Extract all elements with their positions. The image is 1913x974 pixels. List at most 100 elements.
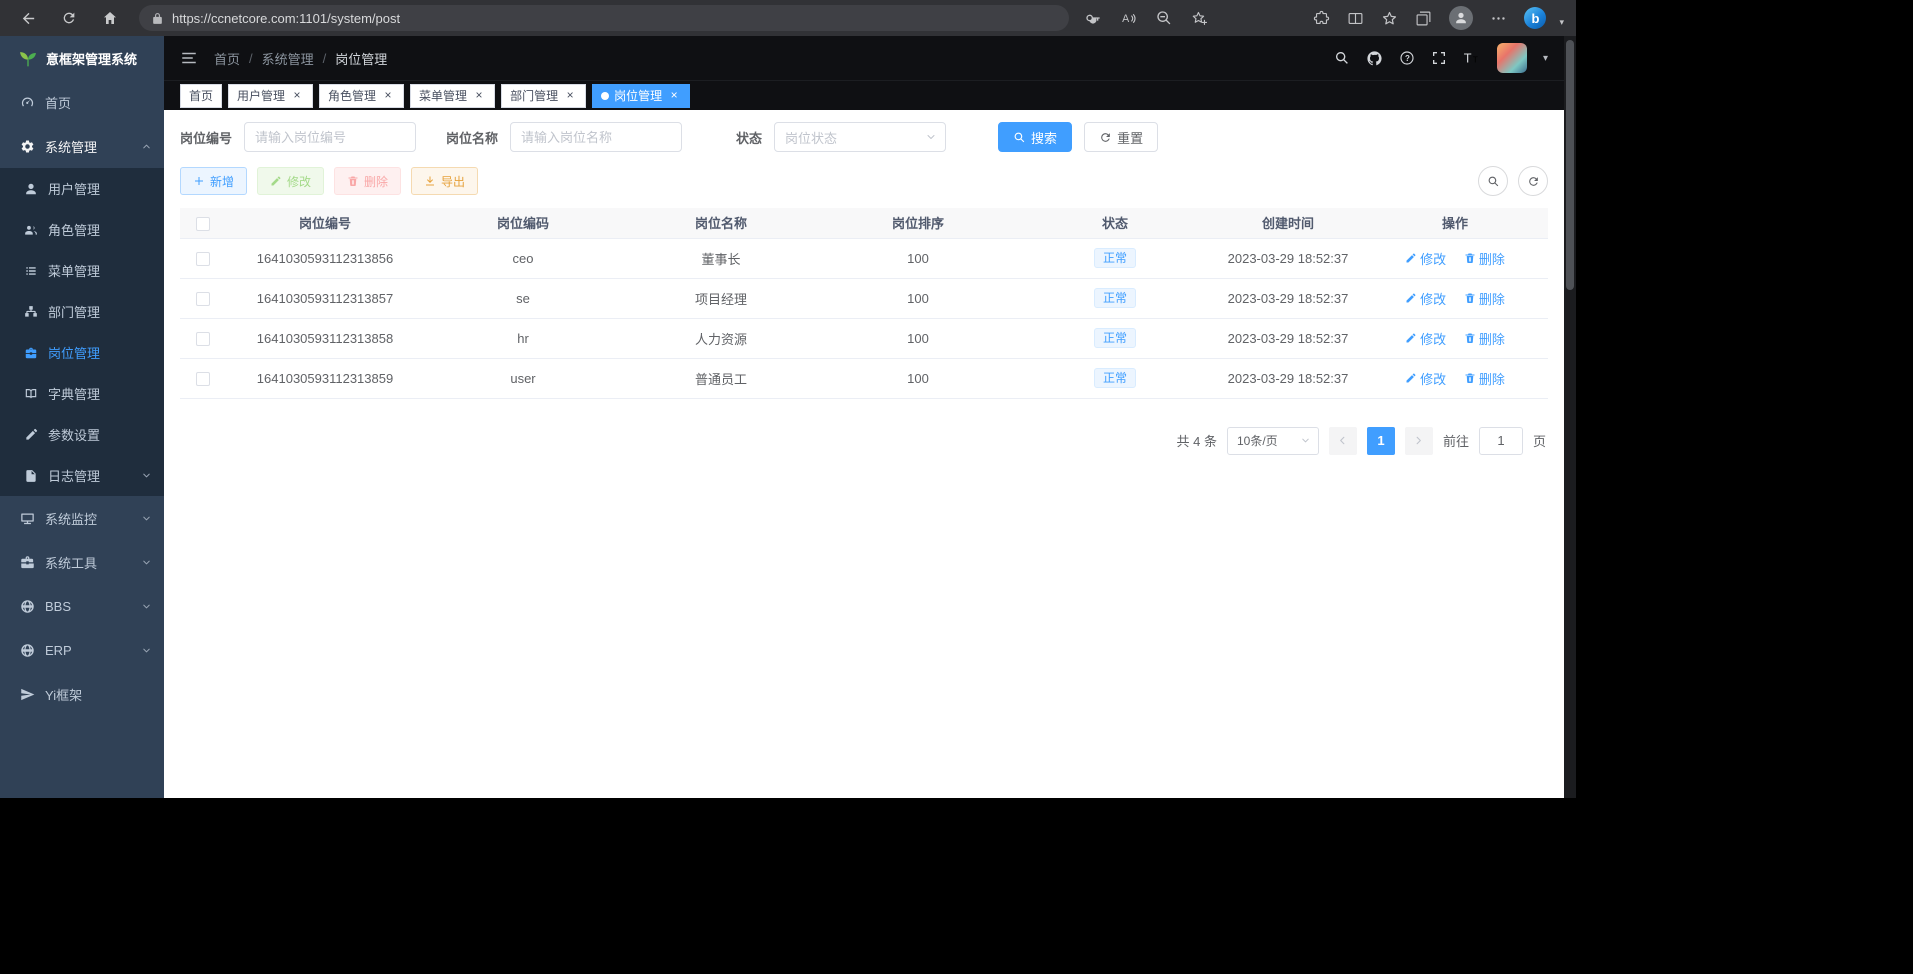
status-badge: 正常 — [1094, 288, 1136, 308]
favorites-star-icon[interactable] — [1381, 10, 1398, 27]
close-icon[interactable]: × — [472, 89, 486, 103]
sidebar-item-system-tools[interactable]: 系统工具 — [0, 540, 164, 584]
sidebar-item-role-management[interactable]: 角色管理 — [0, 209, 164, 250]
goto-page-input[interactable] — [1479, 427, 1523, 455]
row-delete-link[interactable]: 删除 — [1464, 249, 1505, 268]
browser-profile-avatar[interactable] — [1449, 6, 1473, 30]
address-bar[interactable]: https://ccnetcore.com:1101/system/post — [139, 5, 1069, 31]
search-button[interactable]: 搜索 — [998, 122, 1072, 152]
sidebar-item-menu-management[interactable]: 菜单管理 — [0, 250, 164, 291]
fullscreen-icon[interactable] — [1431, 50, 1447, 66]
browser-refresh-button[interactable] — [55, 4, 83, 32]
tab-department-management[interactable]: 部门管理 × — [501, 84, 586, 108]
split-screen-icon[interactable] — [1347, 10, 1364, 27]
filter-post-name: 岗位名称 — [446, 122, 682, 152]
user-avatar[interactable] — [1497, 43, 1527, 73]
bing-discover-icon[interactable]: b — [1524, 7, 1546, 29]
prev-page-button[interactable] — [1329, 427, 1357, 455]
delete-button[interactable]: 删除 — [334, 167, 401, 195]
row-edit-link[interactable]: 修改 — [1405, 249, 1446, 268]
scrollbar-thumb[interactable] — [1566, 40, 1574, 290]
page-size-select[interactable]: 10条/页 — [1227, 427, 1319, 455]
row-checkbox[interactable] — [196, 252, 210, 266]
sidebar-item-bbs[interactable]: BBS — [0, 584, 164, 628]
password-key-icon[interactable] — [1085, 10, 1101, 26]
page-number-1[interactable]: 1 — [1367, 427, 1395, 455]
reset-button[interactable]: 重置 — [1084, 122, 1158, 152]
row-checkbox[interactable] — [196, 292, 210, 306]
close-icon[interactable]: × — [667, 89, 681, 103]
tab-post-management[interactable]: 岗位管理 × — [592, 84, 690, 108]
row-checkbox[interactable] — [196, 332, 210, 346]
row-edit-link[interactable]: 修改 — [1405, 369, 1446, 388]
sidebar-item-department-management[interactable]: 部门管理 — [0, 291, 164, 332]
table-toolbar: 新增 修改 删除 导出 — [180, 166, 1548, 196]
sidebar-item-post-management[interactable]: 岗位管理 — [0, 332, 164, 373]
header-search-icon[interactable] — [1334, 50, 1350, 66]
page: 意框架管理系统 首页 系统管理 用户管理 — [0, 36, 1576, 798]
refresh-table-button[interactable] — [1518, 166, 1548, 196]
sidebar-item-log-management[interactable]: 日志管理 — [0, 455, 164, 496]
font-size-icon[interactable] — [1463, 49, 1481, 67]
sidebar-item-system-monitoring[interactable]: 系统监控 — [0, 496, 164, 540]
chevron-down-icon[interactable]: ▾ — [1543, 53, 1548, 64]
add-favorite-star-icon[interactable] — [1191, 10, 1208, 27]
chevron-down-icon — [141, 557, 152, 568]
sidebar-item-dictionary-management[interactable]: 字典管理 — [0, 373, 164, 414]
cell-created-time: 2023-03-29 18:52:37 — [1214, 358, 1362, 398]
pencil-icon — [1405, 372, 1417, 384]
browser-menu-dots-icon[interactable] — [1490, 10, 1507, 27]
sidebar-item-user-management[interactable]: 用户管理 — [0, 168, 164, 209]
row-delete-link[interactable]: 删除 — [1464, 369, 1505, 388]
browser-back-button[interactable] — [14, 4, 42, 32]
zoom-out-icon[interactable] — [1156, 10, 1172, 26]
tab-user-management[interactable]: 用户管理 × — [228, 84, 313, 108]
collections-icon[interactable] — [1415, 10, 1432, 27]
add-button[interactable]: 新增 — [180, 167, 247, 195]
github-icon[interactable] — [1366, 50, 1383, 67]
app-logo[interactable]: 意框架管理系统 — [0, 36, 164, 80]
tab-home[interactable]: 首页 — [180, 84, 222, 108]
show-search-toggle-button[interactable] — [1478, 166, 1508, 196]
post-code-input[interactable] — [244, 122, 416, 152]
breadcrumb-current: 岗位管理 — [335, 49, 387, 68]
sidebar-item-label: 菜单管理 — [48, 261, 100, 280]
cell-post-name: 人力资源 — [622, 318, 820, 358]
sidebar-item-yi-framework[interactable]: Yi框架 — [0, 672, 164, 716]
sidebar-item-label: 首页 — [45, 93, 71, 112]
tab-role-management[interactable]: 角色管理 × — [319, 84, 404, 108]
row-delete-link[interactable]: 删除 — [1464, 289, 1505, 308]
trash-icon — [1464, 292, 1476, 304]
row-checkbox[interactable] — [196, 372, 210, 386]
sidebar-item-erp[interactable]: ERP — [0, 628, 164, 672]
read-aloud-icon[interactable] — [1120, 10, 1137, 27]
row-delete-link[interactable]: 删除 — [1464, 329, 1505, 348]
sidebar-item-system-management[interactable]: 系统管理 — [0, 124, 164, 168]
edit-button[interactable]: 修改 — [257, 167, 324, 195]
close-icon[interactable]: × — [563, 89, 577, 103]
sidebar-item-home[interactable]: 首页 — [0, 80, 164, 124]
breadcrumb-home[interactable]: 首页 — [214, 49, 240, 68]
user-icon — [24, 182, 38, 196]
help-question-icon[interactable] — [1399, 50, 1415, 66]
chevron-down-icon — [925, 131, 937, 143]
tab-label: 菜单管理 — [419, 87, 467, 104]
sidebar-item-label: 日志管理 — [48, 466, 100, 485]
close-icon[interactable]: × — [381, 89, 395, 103]
row-edit-link[interactable]: 修改 — [1405, 329, 1446, 348]
status-select[interactable]: 岗位状态 — [774, 122, 946, 152]
sidebar-collapse-button[interactable] — [180, 49, 198, 67]
close-icon[interactable]: × — [290, 89, 304, 103]
row-edit-link[interactable]: 修改 — [1405, 289, 1446, 308]
next-page-button[interactable] — [1405, 427, 1433, 455]
export-button[interactable]: 导出 — [411, 167, 478, 195]
page-scrollbar[interactable] — [1564, 36, 1576, 798]
post-name-input[interactable] — [510, 122, 682, 152]
chevron-down-icon[interactable]: ▾ — [1559, 17, 1564, 28]
breadcrumb-system-management[interactable]: 系统管理 — [262, 49, 314, 68]
sidebar-item-parameter-settings[interactable]: 参数设置 — [0, 414, 164, 455]
browser-home-button[interactable] — [96, 4, 124, 32]
tab-menu-management[interactable]: 菜单管理 × — [410, 84, 495, 108]
extensions-puzzle-icon[interactable] — [1313, 10, 1330, 27]
select-all-checkbox[interactable] — [196, 217, 210, 231]
